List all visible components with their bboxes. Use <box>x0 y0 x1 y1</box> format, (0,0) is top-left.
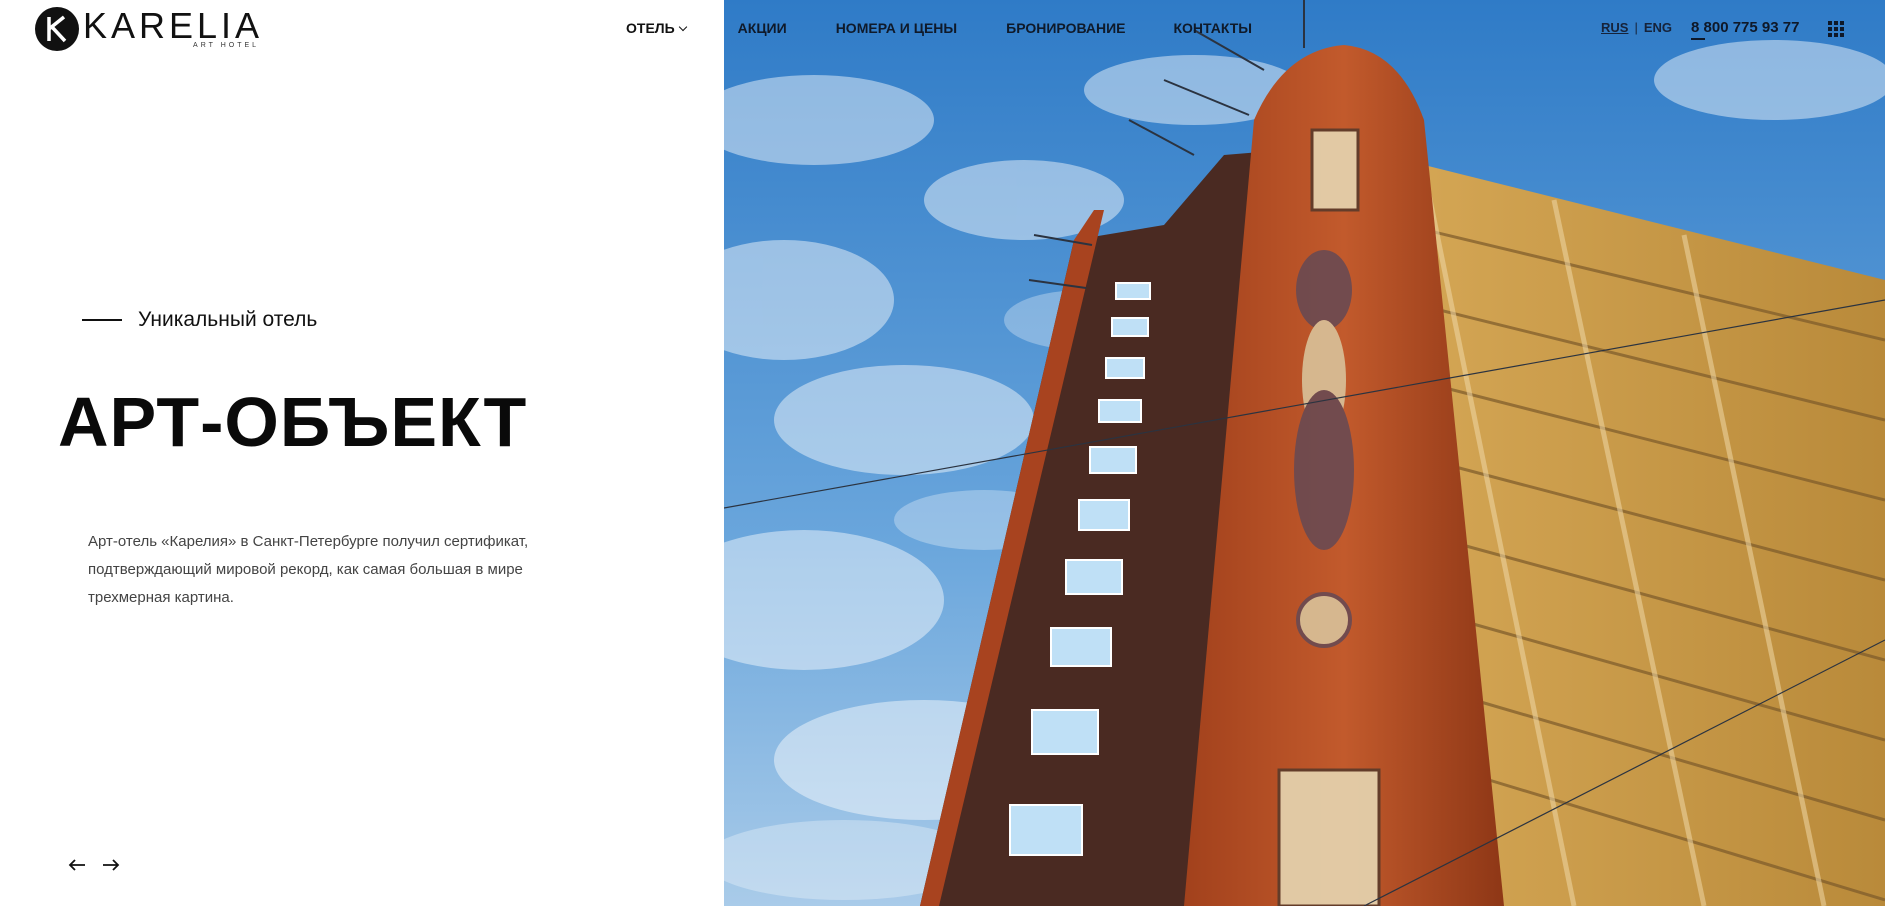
hero-photo <box>724 0 1885 906</box>
nav-item-label: НОМЕРА И ЦЕНЫ <box>835 20 958 36</box>
arrow-right-icon[interactable] <box>100 856 122 874</box>
hero-description: Арт-отель «Карелия» в Санкт-Петербурге п… <box>88 533 529 606</box>
main-nav: ОТЕЛЬ АКЦИИ НОМЕРА И ЦЕНЫ БРОНИРОВАНИЕ К… <box>626 20 1252 36</box>
nav-item-label: АКЦИИ <box>737 20 787 36</box>
nav-item-hotel[interactable]: ОТЕЛЬ <box>626 20 687 36</box>
lang-separator: | <box>1634 20 1638 35</box>
nav-item-label: ОТЕЛЬ <box>626 20 675 36</box>
phone-link[interactable]: 8 800 775 93 77 <box>1691 19 1799 36</box>
nav-item-contacts[interactable]: КОНТАКТЫ <box>1174 20 1252 36</box>
nav-item-promotions[interactable]: АКЦИИ <box>738 20 787 36</box>
eyebrow-text: Уникальный отель <box>138 308 318 331</box>
nav-item-label: КОНТАКТЫ <box>1173 20 1252 36</box>
chevron-down-icon <box>678 22 687 32</box>
nav-item-rooms-prices[interactable]: НОМЕРА И ЦЕНЫ <box>836 20 957 36</box>
logo[interactable]: KARELIA ART HOTEL <box>34 6 263 52</box>
lang-eng[interactable]: ENG <box>1644 20 1672 35</box>
lang-rus[interactable]: RUS <box>1601 20 1628 35</box>
arrow-left-icon[interactable] <box>66 856 88 874</box>
slider-controls <box>66 856 134 874</box>
logo-k-icon <box>35 7 79 51</box>
nav-item-booking[interactable]: БРОНИРОВАНИЕ <box>1006 20 1125 36</box>
grid-menu-icon[interactable] <box>1828 21 1844 37</box>
hero-headline: АРТ-ОБЪЕКТ <box>58 383 528 461</box>
logo-name: KARELIA <box>83 5 264 46</box>
language-switcher: RUS | ENG <box>1601 20 1672 35</box>
hero-eyebrow: Уникальный отель <box>82 308 317 332</box>
nav-item-label: БРОНИРОВАНИЕ <box>1006 20 1126 36</box>
eyebrow-line <box>82 319 122 321</box>
phone-underline <box>1691 38 1705 40</box>
